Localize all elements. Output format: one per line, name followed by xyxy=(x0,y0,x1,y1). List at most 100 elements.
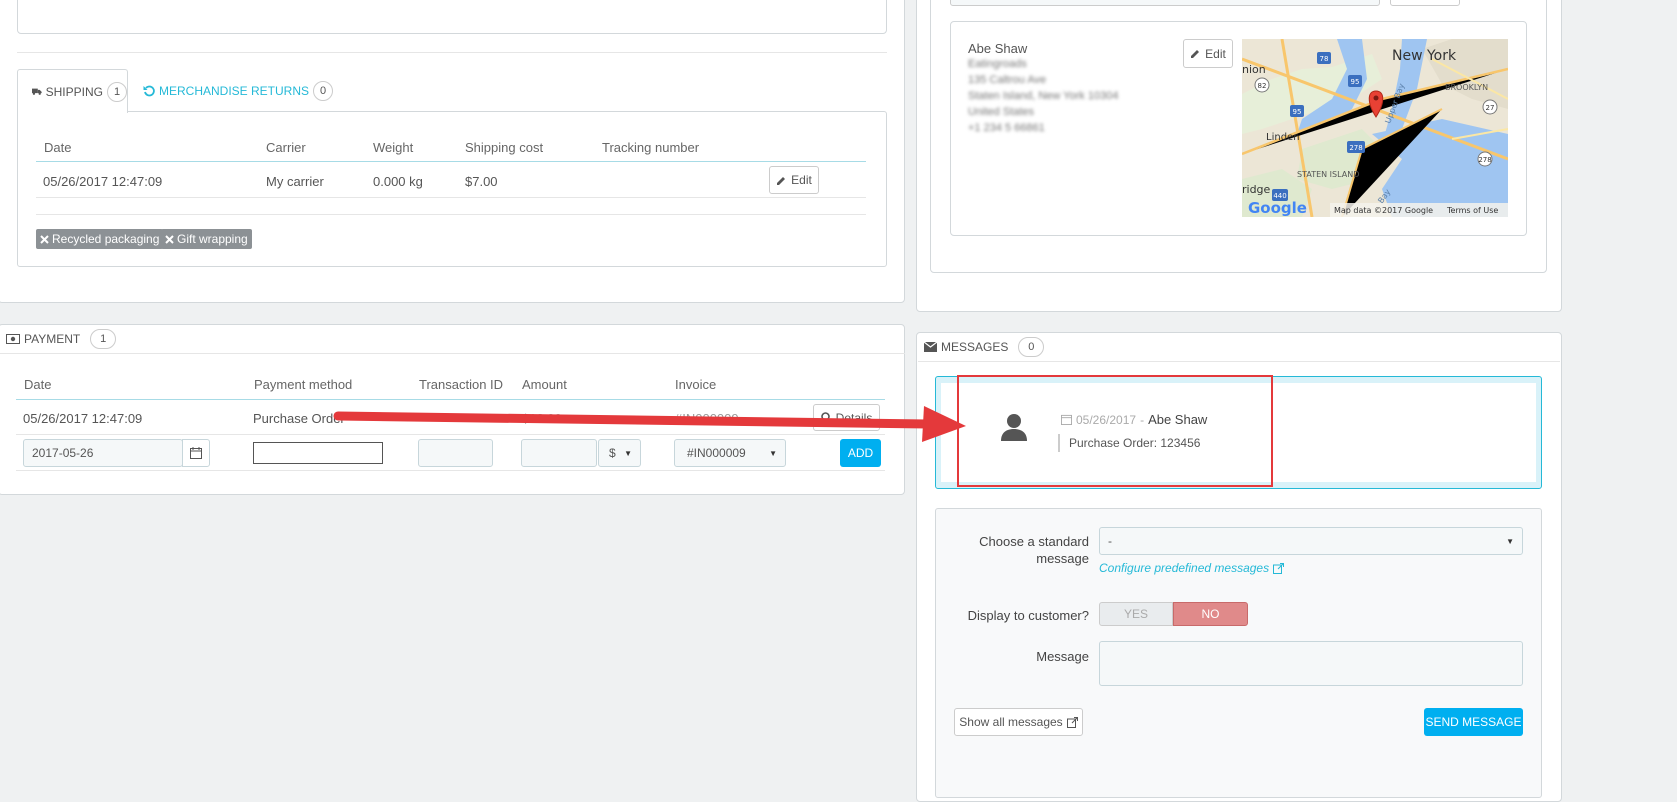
recycled-packaging-tag: Recycled packaging xyxy=(36,229,164,249)
map-label-staten: STATEN ISLAND xyxy=(1297,170,1359,179)
add-payment-label: ADD xyxy=(847,446,874,460)
shipping-header-weight: Weight xyxy=(373,140,414,155)
recycled-packaging-label: Recycled packaging xyxy=(52,232,160,246)
map-terms-link[interactable]: Terms of Use xyxy=(1446,206,1498,215)
payment-count-badge: 1 xyxy=(90,329,117,349)
tab-merchandise-returns[interactable]: MERCHANDISE RETURNS 0 xyxy=(143,79,334,103)
address-change-button[interactable] xyxy=(1390,0,1460,6)
tab-returns-label: MERCHANDISE RETURNS xyxy=(159,84,310,98)
standard-message-label-1: Choose a standard xyxy=(979,534,1089,549)
gift-wrapping-tag: Gift wrapping xyxy=(161,229,252,249)
shipping-row-carrier: My carrier xyxy=(266,174,324,189)
display-customer-toggle-yes[interactable]: YES xyxy=(1099,602,1173,626)
show-all-messages-button[interactable]: Show all messages xyxy=(954,708,1083,736)
close-icon xyxy=(40,234,49,244)
configure-messages-link[interactable]: Configure predefined messages xyxy=(1099,561,1285,575)
google-logo: Google xyxy=(1248,199,1307,217)
map-shield: 278 xyxy=(1349,144,1362,152)
map-shield: 82 xyxy=(1258,82,1267,90)
standard-message-select[interactable]: - ▼ xyxy=(1099,527,1523,555)
annotation-highlight-box xyxy=(957,375,1273,487)
address-map[interactable]: 78 82 95 95 278 27 278 440 New York BROO… xyxy=(1242,39,1508,217)
map-shield: 78 xyxy=(1320,55,1329,63)
pencil-icon xyxy=(777,176,786,185)
calendar-button[interactable] xyxy=(182,439,210,467)
close-icon xyxy=(165,234,174,244)
shipping-edit-button[interactable]: Edit xyxy=(769,166,819,194)
address-name: Abe Shaw xyxy=(968,41,1028,56)
returns-count-badge: 0 xyxy=(313,81,334,101)
shipping-row-weight: 0.000 kg xyxy=(373,174,423,189)
shipping-header-carrier: Carrier xyxy=(266,140,306,155)
caret-down-icon: ▼ xyxy=(1506,536,1514,546)
address-line: United States xyxy=(968,106,1035,118)
map-shield: 278 xyxy=(1478,156,1491,164)
caret-down-icon: ▼ xyxy=(769,448,777,458)
map-label-union: nion xyxy=(1242,63,1266,76)
shipping-header-date: Date xyxy=(44,140,72,155)
external-link-icon xyxy=(1273,562,1285,574)
map-label-city: New York xyxy=(1392,48,1457,64)
map-attribution: Map data ©2017 Google xyxy=(1334,206,1433,215)
send-message-button[interactable]: SEND MESSAGE xyxy=(1424,708,1523,736)
payment-header-date: Date xyxy=(24,377,52,392)
payment-header-invoice: Invoice xyxy=(675,377,717,392)
shipping-row-date: 05/26/2017 12:47:09 xyxy=(43,174,163,189)
caret-down-icon: ▼ xyxy=(624,448,632,458)
divider xyxy=(16,470,885,471)
address-line: Eatingroads xyxy=(968,58,1027,70)
messages-title: MESSAGES 0 xyxy=(924,337,1045,357)
standard-message-value: - xyxy=(1108,534,1112,548)
display-customer-label: Display to customer? xyxy=(967,608,1089,623)
payment-title-label: PAYMENT xyxy=(24,332,81,346)
toggle-no-label: NO xyxy=(1201,607,1220,621)
payment-method-input[interactable] xyxy=(253,442,383,464)
configure-messages-label: Configure predefined messages xyxy=(1099,561,1270,575)
divider xyxy=(36,214,866,215)
map-label-bridge: ridge xyxy=(1242,183,1271,196)
map-shield: 95 xyxy=(1351,78,1360,86)
payment-header-method: Payment method xyxy=(254,377,353,392)
payment-header-amount: Amount xyxy=(522,377,567,392)
address-line: +1 234 5 66861 xyxy=(968,122,1045,134)
address-line: 135 Caltrou Ave xyxy=(968,74,1047,86)
external-link-icon xyxy=(1066,716,1078,728)
address-edit-label: Edit xyxy=(1205,46,1226,61)
gift-wrapping-label: Gift wrapping xyxy=(177,232,248,246)
map-shield: 27 xyxy=(1486,104,1495,112)
messages-title-label: MESSAGES xyxy=(941,340,1009,354)
undo-icon xyxy=(143,85,155,97)
top-inner-box xyxy=(17,0,887,34)
address-edit-button[interactable]: Edit xyxy=(1183,39,1233,68)
address-line: Staten Island, New York 10304 xyxy=(968,90,1119,102)
address-select-input[interactable] xyxy=(950,0,1380,6)
map-shield: 95 xyxy=(1293,108,1302,116)
shipping-row-cost: $7.00 xyxy=(465,174,498,189)
truck-icon xyxy=(32,88,42,95)
currency-value: $ xyxy=(609,446,616,460)
show-all-messages-label: Show all messages xyxy=(959,715,1063,729)
payment-date-input[interactable]: 2017-05-26 xyxy=(23,439,183,467)
map-label-brooklyn: BROOKLYN xyxy=(1445,83,1488,92)
standard-message-label-2: message xyxy=(1036,551,1089,566)
shipping-edit-label: Edit xyxy=(791,173,812,187)
tab-shipping[interactable]: SHIPPING 1 xyxy=(17,69,128,113)
pencil-icon xyxy=(1191,50,1200,58)
messages-count-badge: 0 xyxy=(1018,337,1045,357)
shipping-header-cost: Shipping cost xyxy=(465,140,544,155)
display-customer-toggle-no[interactable]: NO xyxy=(1173,602,1248,626)
address-lines: Eatingroads 135 Caltrou Ave Staten Islan… xyxy=(968,56,1118,136)
divider xyxy=(0,353,905,354)
payment-header-transaction: Transaction ID xyxy=(419,377,504,392)
calendar-icon xyxy=(190,447,202,459)
money-icon xyxy=(6,334,20,344)
send-message-label: SEND MESSAGE xyxy=(1425,715,1522,729)
message-field-label: Message xyxy=(1036,649,1089,664)
map-label-linden: Linden xyxy=(1266,132,1300,143)
payment-row-date: 05/26/2017 12:47:09 xyxy=(23,411,143,426)
envelope-icon xyxy=(924,342,937,352)
payment-title: PAYMENT 1 xyxy=(6,329,117,349)
toggle-yes-label: YES xyxy=(1123,607,1148,621)
message-textarea[interactable] xyxy=(1099,641,1523,686)
annotation-arrow-icon xyxy=(333,406,966,442)
